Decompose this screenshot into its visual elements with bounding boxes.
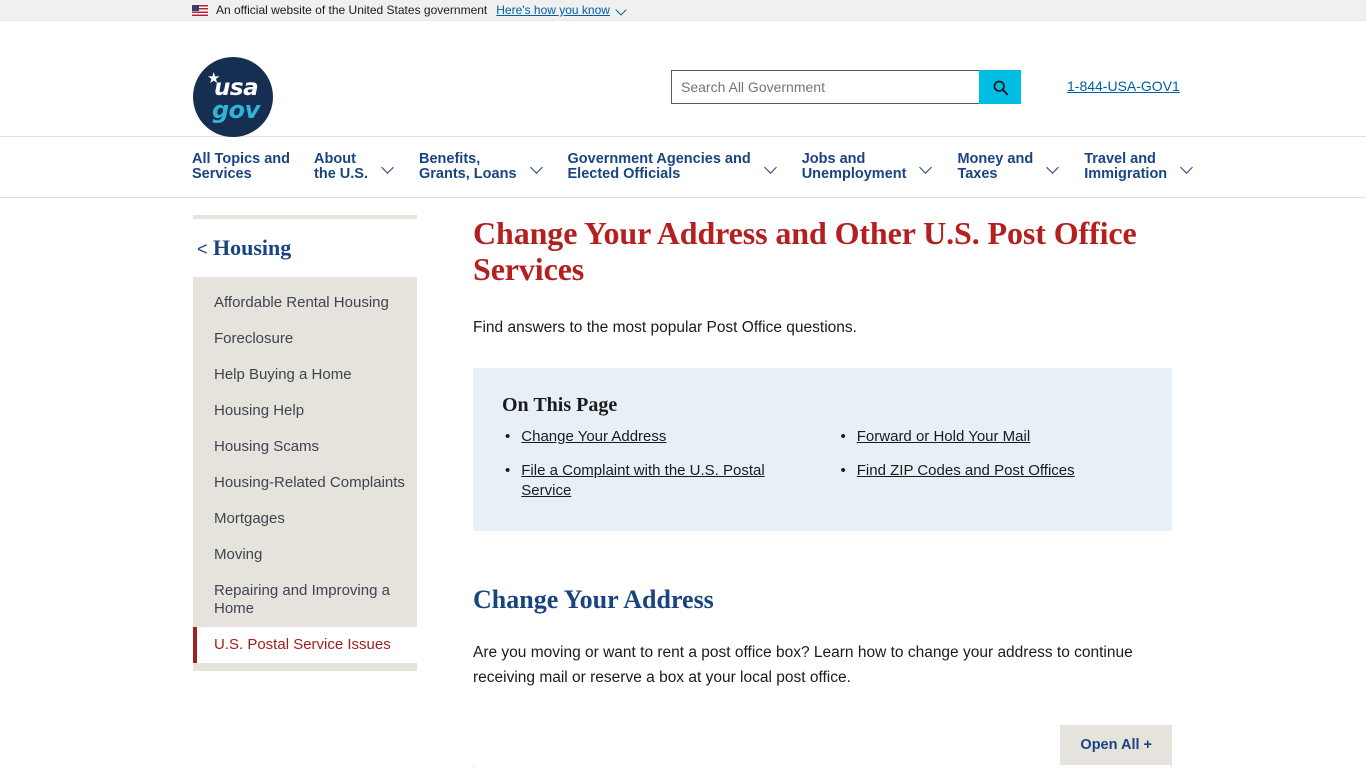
chevron-down-icon[interactable] <box>617 5 628 16</box>
usagov-logo[interactable]: ★ usa gov <box>193 57 273 137</box>
nav-item-money-and-taxes[interactable]: Money and Taxes <box>957 152 1060 182</box>
gov-banner-text: An official website of the United States… <box>216 3 488 17</box>
list-item: • Forward or Hold Your Mail <box>838 427 1144 447</box>
chevron-down-icon[interactable] <box>531 161 544 174</box>
gov-banner: An official website of the United States… <box>0 0 1366 21</box>
bullet-icon: • <box>505 462 511 479</box>
search-icon <box>993 80 1008 95</box>
sidebar-item-housing-help[interactable]: Housing Help <box>193 393 417 429</box>
nav-item-label: Travel and Immigration <box>1084 151 1168 182</box>
sidebar-item-repairing-and-improving-a-home[interactable]: Repairing and Improving a Home <box>193 573 417 627</box>
nav-item-all-topics[interactable]: All Topics and Services <box>192 152 290 182</box>
logo-gov-text: gov <box>212 96 260 124</box>
nav-item-government-agencies[interactable]: Government Agencies and Elected Official… <box>568 152 778 182</box>
sidebar-list: Affordable Rental Housing Foreclosure He… <box>193 277 417 671</box>
nav-item-about-the-us[interactable]: About the U.S. <box>314 152 395 182</box>
page-intro: Find answers to the most popular Post Of… <box>473 319 857 336</box>
on-this-page-link-change-your-address[interactable]: Change Your Address <box>521 427 666 447</box>
sidebar-item-housing-scams[interactable]: Housing Scams <box>193 429 417 465</box>
chevron-left-icon: < <box>197 239 208 259</box>
section-title-change-your-address: Change Your Address <box>473 585 714 614</box>
phone-link[interactable]: 1-844-USA-GOV1 <box>1067 78 1180 94</box>
chevron-down-icon[interactable] <box>382 161 395 174</box>
sidebar-item-foreclosure[interactable]: Foreclosure <box>193 321 417 357</box>
sidebar-item-us-postal-service-issues[interactable]: U.S. Postal Service Issues <box>193 627 417 663</box>
heres-how-you-know-link[interactable]: Here's how you know <box>496 3 610 17</box>
section-body: Are you moving or want to rent a post of… <box>473 644 1133 686</box>
list-item: • Change Your Address <box>502 427 808 447</box>
search-input[interactable] <box>671 70 979 104</box>
nav-item-travel-and-immigration[interactable]: Travel and Immigration <box>1084 152 1194 182</box>
page-body: < Housing Affordable Rental Housing Fore… <box>0 198 1366 768</box>
on-this-page-title: On This Page <box>502 394 618 416</box>
sidebar-back-to-housing[interactable]: < Housing <box>193 235 417 261</box>
on-this-page-link-file-a-complaint[interactable]: File a Complaint with the U.S. Postal Se… <box>521 461 807 501</box>
nav-item-label: Benefits, Grants, Loans <box>419 151 517 182</box>
sidebar-item-housing-related-complaints[interactable]: Housing-Related Complaints <box>193 465 417 501</box>
nav-item-label: Government Agencies and Elected Official… <box>567 151 751 182</box>
sidebar-item-mortgages[interactable]: Mortgages <box>193 501 417 537</box>
sidebar-divider <box>193 215 417 219</box>
bullet-icon: • <box>840 428 846 445</box>
chevron-down-icon[interactable] <box>1047 161 1060 174</box>
bullet-icon: • <box>505 428 511 445</box>
nav-item-label: About the U.S. <box>314 151 369 182</box>
chevron-down-icon[interactable] <box>920 161 933 174</box>
nav-item-label: Money and Taxes <box>957 151 1034 182</box>
page-title: Change Your Address and Other U.S. Post … <box>473 215 1137 287</box>
on-this-page-list: • Change Your Address • Forward or Hold … <box>502 427 1143 501</box>
chevron-down-icon[interactable] <box>1181 161 1194 174</box>
on-this-page-box: On This Page • Change Your Address • For… <box>473 368 1172 531</box>
on-this-page-link-find-zip-codes[interactable]: Find ZIP Codes and Post Offices <box>857 461 1075 481</box>
sidebar-item-help-buying-a-home[interactable]: Help Buying a Home <box>193 357 417 393</box>
search-form <box>671 70 1021 104</box>
nav-item-benefits-grants-loans[interactable]: Benefits, Grants, Loans <box>419 152 544 182</box>
nav-item-label: All Topics and Services <box>192 151 291 182</box>
on-this-page-link-forward-or-hold-your-mail[interactable]: Forward or Hold Your Mail <box>857 427 1030 447</box>
chevron-down-icon[interactable] <box>765 161 778 174</box>
us-flag-icon <box>192 4 208 16</box>
sidebar-back-label: Housing <box>213 235 292 260</box>
list-item: • Find ZIP Codes and Post Offices <box>838 461 1144 501</box>
nav-item-label: Jobs and Unemployment <box>801 151 907 182</box>
main-content: Change Your Address and Other U.S. Post … <box>417 215 1366 768</box>
sidebar-item-moving[interactable]: Moving <box>193 537 417 573</box>
bullet-icon: • <box>840 462 846 479</box>
open-all-row: Open All + <box>473 725 1172 765</box>
open-all-button[interactable]: Open All + <box>1060 725 1172 765</box>
list-item: • File a Complaint with the U.S. Postal … <box>502 461 808 501</box>
search-button[interactable] <box>979 70 1021 104</box>
sidebar: < Housing Affordable Rental Housing Fore… <box>193 215 417 768</box>
primary-nav: All Topics and Services About the U.S. B… <box>0 136 1366 198</box>
nav-item-jobs-and-unemployment[interactable]: Jobs and Unemployment <box>802 152 934 182</box>
site-header: ★ usa gov 1-844-USA-GOV1 <box>0 21 1366 137</box>
sidebar-item-affordable-rental-housing[interactable]: Affordable Rental Housing <box>193 285 417 321</box>
